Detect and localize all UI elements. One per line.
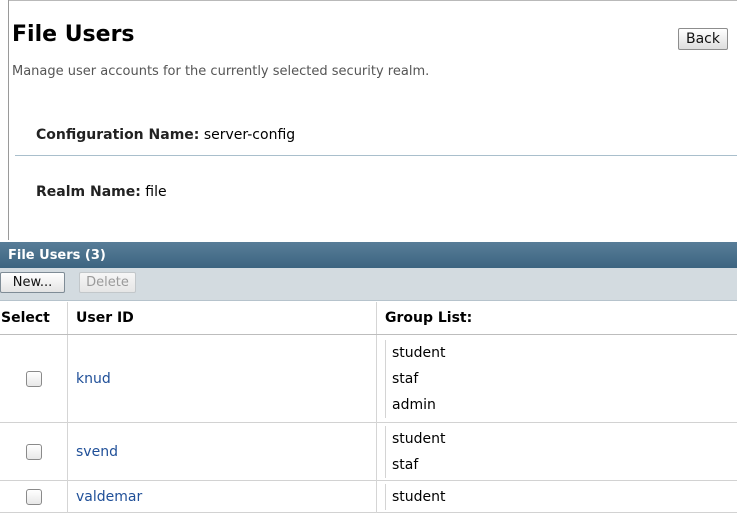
- group-item: admin: [392, 396, 436, 413]
- realm-name-row: Realm Name: file: [36, 183, 167, 201]
- row-checkbox[interactable]: [25, 488, 42, 505]
- user-id-link[interactable]: svend: [76, 444, 118, 460]
- user-id-link[interactable]: knud: [76, 371, 111, 387]
- select-cell: [0, 480, 68, 513]
- group-list: student: [385, 483, 736, 510]
- page-title: File Users: [12, 22, 135, 47]
- user-id-cell: knud: [67, 334, 377, 423]
- delete-user-button[interactable]: Delete: [79, 272, 136, 293]
- table-toolbar: New... Delete: [0, 268, 737, 301]
- group-list-column-header: Group List:: [376, 302, 737, 335]
- table-row: valdemar student: [0, 480, 737, 513]
- table-row: svend student staf: [0, 422, 737, 481]
- new-user-button[interactable]: New...: [0, 272, 65, 293]
- user-id-column-header: User ID: [67, 302, 377, 335]
- table-title: File Users (3): [0, 242, 737, 268]
- file-users-table: Select User ID Group List: knud student …: [0, 302, 737, 513]
- configuration-name-label: Configuration Name:: [36, 127, 200, 143]
- group-list-cell: student staf admin: [377, 335, 737, 423]
- table-row: knud student staf admin: [0, 334, 737, 423]
- user-id-cell: svend: [67, 422, 377, 481]
- group-list: student staf: [385, 425, 736, 478]
- table-header-row: Select User ID Group List:: [0, 302, 737, 335]
- group-item: student: [392, 344, 446, 361]
- group-item: student: [392, 488, 446, 505]
- group-list-cell: student staf: [377, 423, 737, 481]
- realm-name-label: Realm Name:: [36, 184, 141, 200]
- row-checkbox[interactable]: [25, 443, 42, 460]
- left-frame-line: [8, 0, 9, 240]
- select-column-header: Select: [0, 302, 68, 335]
- user-id-cell: valdemar: [67, 480, 377, 513]
- back-button[interactable]: Back: [678, 28, 728, 50]
- group-list-cell: student: [377, 481, 737, 513]
- top-frame-line: [8, 0, 737, 1]
- configuration-name-value: server-config: [203, 127, 296, 143]
- select-cell: [0, 422, 68, 481]
- group-item: staf: [392, 456, 419, 473]
- user-id-link[interactable]: valdemar: [76, 489, 142, 505]
- realm-name-value: file: [145, 184, 167, 200]
- page-description: Manage user accounts for the currently s…: [12, 64, 430, 79]
- row-checkbox[interactable]: [25, 370, 42, 387]
- section-divider: [15, 155, 737, 156]
- configuration-name-row: Configuration Name: server-config: [36, 126, 295, 144]
- file-users-page: File Users Back Manage user accounts for…: [0, 0, 737, 521]
- group-item: staf: [392, 370, 419, 387]
- select-cell: [0, 334, 68, 423]
- group-item: student: [392, 430, 446, 447]
- group-list: student staf admin: [385, 339, 736, 418]
